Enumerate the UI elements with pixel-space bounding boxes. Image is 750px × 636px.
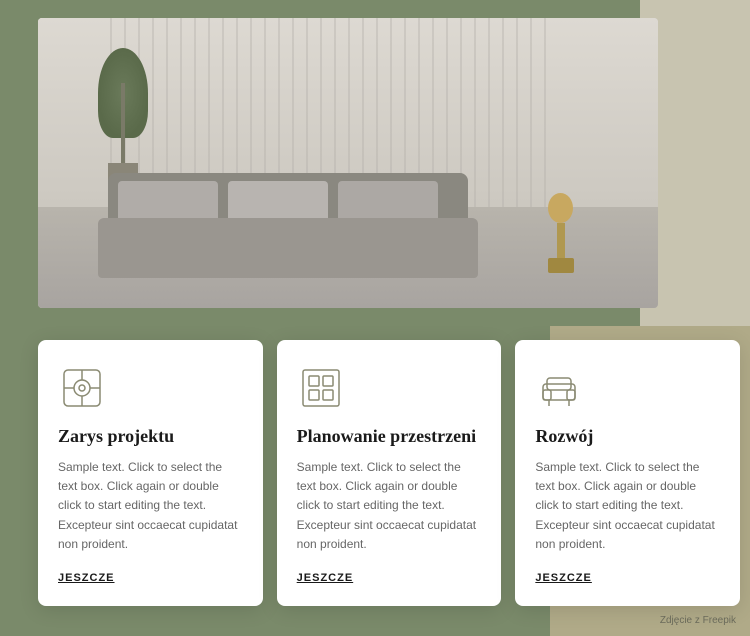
attribution: Zdjęcie z Freepik xyxy=(660,615,736,626)
hero-image xyxy=(38,18,658,308)
design-icon-svg xyxy=(58,364,106,412)
cards-section: Zarys projektu Sample text. Click to sel… xyxy=(38,340,740,606)
card-1-text: Sample text. Click to select the text bo… xyxy=(58,458,243,554)
card-2-link[interactable]: JESZCZE xyxy=(297,572,354,584)
attribution-text: Zdjęcie z Freepik xyxy=(660,615,736,626)
planning-icon xyxy=(297,364,345,412)
sofa xyxy=(98,178,478,278)
card-3-text: Sample text. Click to select the text bo… xyxy=(535,458,720,554)
card-3-link[interactable]: JESZCZE xyxy=(535,572,592,584)
card-2-text: Sample text. Click to select the text bo… xyxy=(297,458,482,554)
development-icon xyxy=(535,364,583,412)
card-1-link[interactable]: JESZCZE xyxy=(58,572,115,584)
card-1: Zarys projektu Sample text. Click to sel… xyxy=(38,340,263,606)
card-3: Rozwój Sample text. Click to select the … xyxy=(515,340,740,606)
card-1-title: Zarys projektu xyxy=(58,426,243,448)
development-icon-svg xyxy=(535,364,583,412)
planning-icon-svg xyxy=(297,364,345,412)
page-wrapper: Zarys projektu Sample text. Click to sel… xyxy=(0,0,750,636)
card-2-title: Planowanie przestrzeni xyxy=(297,426,482,448)
lamp xyxy=(543,193,578,273)
card-3-title: Rozwój xyxy=(535,426,720,448)
bg-olive-strip xyxy=(0,326,38,636)
card-2: Planowanie przestrzeni Sample text. Clic… xyxy=(277,340,502,606)
plant-decoration xyxy=(93,48,153,188)
design-icon xyxy=(58,364,106,412)
